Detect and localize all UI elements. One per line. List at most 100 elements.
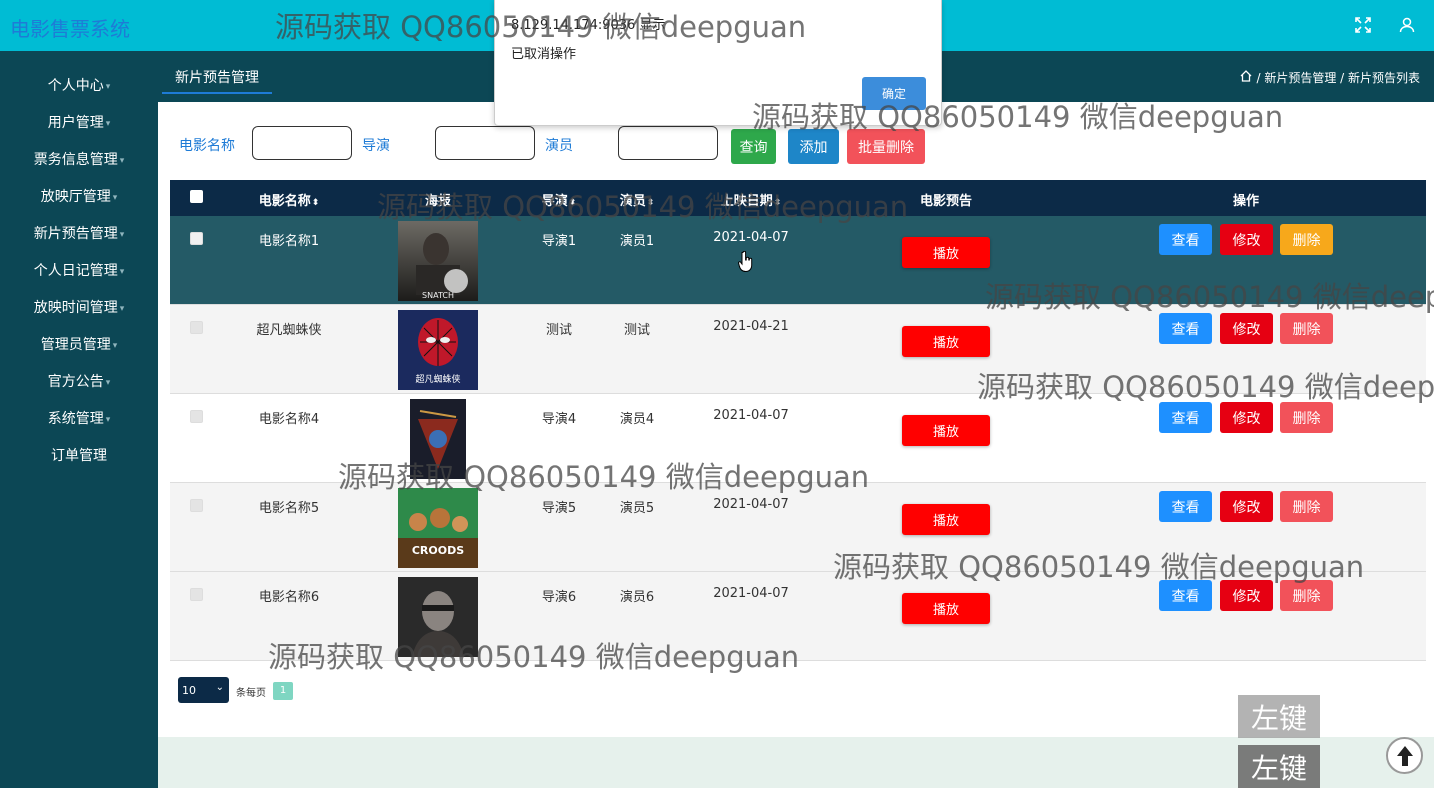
cell-actor: 演员1 bbox=[619, 234, 655, 249]
play-trailer-button[interactable]: 播放 bbox=[902, 593, 990, 624]
header-movie-name[interactable]: 电影名称⬍ bbox=[259, 190, 320, 209]
play-trailer-button[interactable]: 播放 bbox=[902, 326, 990, 357]
sidebar-item-admins[interactable]: 管理员管理 ▾ bbox=[0, 325, 158, 362]
chevron-down-icon: ▾ bbox=[112, 192, 118, 203]
delete-button[interactable]: 删除 bbox=[1280, 224, 1333, 255]
delete-button[interactable]: 删除 bbox=[1280, 491, 1333, 522]
cell-actor: 测试 bbox=[623, 323, 651, 338]
play-trailer-button[interactable]: 播放 bbox=[902, 415, 990, 446]
delete-button[interactable]: 删除 bbox=[1280, 580, 1333, 611]
chevron-down-icon: ▾ bbox=[119, 266, 125, 277]
director-input[interactable] bbox=[435, 126, 535, 160]
cell-release-date: 2021-04-07 bbox=[713, 586, 789, 601]
add-button[interactable]: 添加 bbox=[788, 129, 839, 164]
dialog-ok-button[interactable]: 确定 bbox=[862, 77, 926, 110]
cell-release-date: 2021-04-07 bbox=[713, 230, 789, 245]
per-page-label: 条每页 bbox=[236, 688, 266, 699]
view-button[interactable]: 查看 bbox=[1159, 491, 1212, 522]
sort-icon: ⬍ bbox=[646, 198, 655, 208]
breadcrumb-path: / 新片预告管理 / 新片预告列表 bbox=[1256, 71, 1420, 85]
cell-actor: 演员6 bbox=[619, 590, 655, 605]
sidebar-item-halls[interactable]: 放映厅管理 ▾ bbox=[0, 177, 158, 214]
select-all-checkbox[interactable] bbox=[190, 190, 203, 203]
view-button[interactable]: 查看 bbox=[1159, 402, 1212, 433]
sidebar-item-users[interactable]: 用户管理 ▾ bbox=[0, 103, 158, 140]
sidebar-item-label: 个人中心 bbox=[47, 77, 104, 94]
play-trailer-button[interactable]: 播放 bbox=[902, 237, 990, 268]
app-title: 电影售票系统 bbox=[10, 17, 130, 41]
sidebar-item-diary[interactable]: 个人日记管理 ▾ bbox=[0, 251, 158, 288]
query-button[interactable]: 查询 bbox=[731, 129, 776, 164]
tab-trailers[interactable]: 新片预告管理 bbox=[162, 67, 272, 94]
movie-name-label: 电影名称 bbox=[179, 138, 235, 154]
row-checkbox[interactable] bbox=[190, 499, 203, 512]
user-icon[interactable] bbox=[1392, 10, 1422, 40]
sidebar-item-label: 个人日记管理 bbox=[33, 262, 118, 279]
sidebar-item-showtimes[interactable]: 放映时间管理 ▾ bbox=[0, 288, 158, 325]
edit-button[interactable]: 修改 bbox=[1220, 580, 1273, 611]
cell-movie-name: 电影名称6 bbox=[258, 590, 320, 605]
cell-actor: 演员4 bbox=[619, 412, 655, 427]
view-button[interactable]: 查看 bbox=[1159, 580, 1212, 611]
movie-poster: SNATCH bbox=[398, 221, 478, 301]
sidebar-item-label: 系统管理 bbox=[47, 410, 104, 427]
sidebar-item-tickets[interactable]: 票务信息管理 ▾ bbox=[0, 140, 158, 177]
view-button[interactable]: 查看 bbox=[1159, 224, 1212, 255]
delete-button[interactable]: 删除 bbox=[1280, 402, 1333, 433]
home-icon[interactable] bbox=[1240, 70, 1252, 85]
table-row[interactable]: 电影名称5 CROODS 导演5 演员5 2021-04-07 播放 查看 修改… bbox=[170, 483, 1426, 572]
table-row[interactable]: 超凡蜘蛛侠 超凡蜘蛛侠 测试 测试 2021-04-21 播放 查看 修改 删除 bbox=[170, 305, 1426, 394]
header-actor[interactable]: 演员⬍ bbox=[620, 190, 655, 209]
svg-text:CROODS: CROODS bbox=[412, 544, 464, 557]
edit-button[interactable]: 修改 bbox=[1220, 313, 1273, 344]
sidebar-item-orders[interactable]: 订单管理 bbox=[0, 436, 158, 473]
batch-delete-button[interactable]: 批量删除 bbox=[847, 129, 925, 164]
edit-button[interactable]: 修改 bbox=[1220, 224, 1273, 255]
chevron-down-icon: ▾ bbox=[105, 81, 111, 92]
table-row[interactable]: 电影名称4 导演4 演员4 2021-04-07 播放 查看 修改 删除 bbox=[170, 394, 1426, 483]
table-row[interactable]: 电影名称1 SNATCH 导演1 演员1 2021-04-07 播放 查看 修改… bbox=[170, 216, 1426, 305]
cell-director: 导演5 bbox=[541, 501, 577, 516]
key-overlay: 左键 bbox=[1238, 745, 1320, 788]
edit-button[interactable]: 修改 bbox=[1220, 491, 1273, 522]
row-checkbox[interactable] bbox=[190, 321, 203, 334]
sort-icon: ⬍ bbox=[568, 198, 577, 208]
sidebar-item-label: 官方公告 bbox=[47, 373, 104, 390]
cell-release-date: 2021-04-07 bbox=[713, 408, 789, 423]
chevron-down-icon: ▾ bbox=[105, 414, 111, 425]
view-button[interactable]: 查看 bbox=[1159, 313, 1212, 344]
header-trailer: 电影预告 bbox=[919, 194, 973, 209]
cell-director: 导演1 bbox=[541, 234, 577, 249]
movie-poster bbox=[398, 577, 478, 657]
table-row[interactable]: 电影名称6 导演6 演员6 2021-04-07 播放 查看 修改 删除 bbox=[170, 572, 1426, 661]
sidebar-item-announcements[interactable]: 官方公告 ▾ bbox=[0, 362, 158, 399]
expand-icon[interactable] bbox=[1348, 10, 1378, 40]
sidebar-item-label: 票务信息管理 bbox=[33, 151, 118, 168]
sidebar-item-trailers[interactable]: 新片预告管理 ▾ bbox=[0, 214, 158, 251]
page-number-button[interactable]: 1 bbox=[273, 682, 293, 700]
page-size-select[interactable]: 10 ⌄ bbox=[178, 677, 229, 703]
row-checkbox[interactable] bbox=[190, 588, 203, 601]
delete-button[interactable]: 删除 bbox=[1280, 313, 1333, 344]
edit-button[interactable]: 修改 bbox=[1220, 402, 1273, 433]
sidebar-item-personal-center[interactable]: 个人中心 ▾ bbox=[0, 66, 158, 103]
play-trailer-button[interactable]: 播放 bbox=[902, 504, 990, 535]
sidebar-item-label: 放映厅管理 bbox=[40, 188, 111, 205]
dialog-message: 已取消操作 bbox=[511, 47, 577, 62]
director-label: 导演 bbox=[362, 138, 390, 154]
sidebar-item-system[interactable]: 系统管理 ▾ bbox=[0, 399, 158, 436]
hand-cursor-icon bbox=[738, 250, 754, 278]
header-release-date[interactable]: 上映日期⬍ bbox=[721, 190, 782, 209]
cell-movie-name: 电影名称5 bbox=[258, 501, 320, 516]
chevron-down-icon: ▾ bbox=[105, 377, 111, 388]
cell-director: 导演4 bbox=[541, 412, 577, 427]
row-checkbox[interactable] bbox=[190, 410, 203, 423]
header-director[interactable]: 导演⬍ bbox=[542, 190, 577, 209]
movie-name-input[interactable] bbox=[252, 126, 352, 160]
actor-label: 演员 bbox=[545, 138, 573, 154]
arrow-up-icon[interactable] bbox=[1386, 737, 1423, 774]
actor-input[interactable] bbox=[618, 126, 718, 160]
chevron-down-icon: ⌄ bbox=[215, 682, 224, 693]
sort-icon: ⬍ bbox=[311, 198, 320, 208]
row-checkbox[interactable] bbox=[190, 232, 203, 245]
